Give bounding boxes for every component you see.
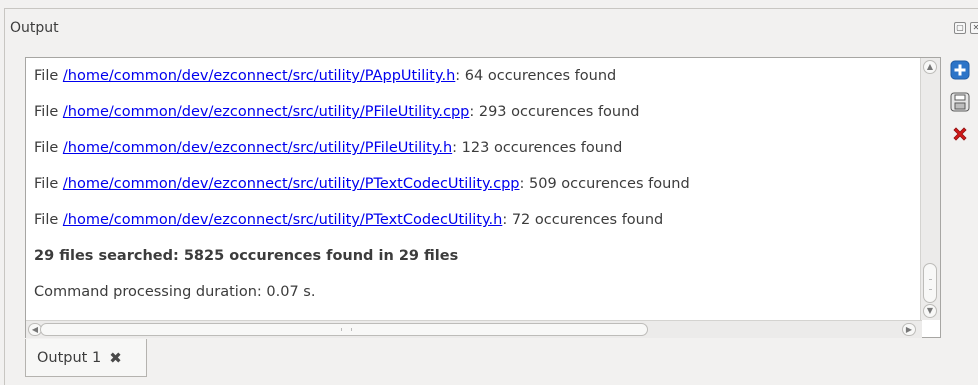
file-link[interactable]: /home/common/dev/ezconnect/src/utility/P… xyxy=(63,104,469,120)
output-content: File /home/common/dev/ezconnect/src/util… xyxy=(34,58,918,320)
horizontal-scroll-thumb[interactable] xyxy=(40,323,648,336)
line-prefix: File xyxy=(34,68,63,84)
save-icon[interactable] xyxy=(950,92,970,112)
file-link[interactable]: /home/common/dev/ezconnect/src/utility/P… xyxy=(63,176,520,192)
add-icon[interactable] xyxy=(950,60,970,80)
scroll-up-icon[interactable]: ▲ xyxy=(923,60,937,74)
tab-label: Output 1 xyxy=(37,349,102,366)
file-link[interactable]: /home/common/dev/ezconnect/src/utility/P… xyxy=(63,68,455,84)
list-item: File /home/common/dev/ezconnect/src/util… xyxy=(34,94,918,130)
line-prefix: File xyxy=(34,212,63,228)
float-icon[interactable]: ▢ xyxy=(954,22,966,34)
line-suffix: : 72 occurences found xyxy=(502,212,664,228)
close-icon[interactable]: ✕ xyxy=(970,22,978,34)
tab-output-1[interactable]: Output 1 ✖ xyxy=(25,339,147,377)
line-prefix: File xyxy=(34,104,63,120)
line-prefix: File xyxy=(34,140,63,156)
line-suffix: : 293 occurences found xyxy=(469,104,640,120)
vertical-scroll-thumb[interactable] xyxy=(923,263,937,303)
tab-close-icon[interactable]: ✖ xyxy=(109,349,122,367)
delete-icon[interactable] xyxy=(950,124,970,144)
output-view[interactable]: File /home/common/dev/ezconnect/src/util… xyxy=(25,57,941,338)
list-item: File /home/common/dev/ezconnect/src/util… xyxy=(34,202,918,238)
panel-title: Output xyxy=(10,20,59,36)
duration-line: Command processing duration: 0.07 s. xyxy=(34,284,316,300)
line-prefix: File xyxy=(34,176,63,192)
output-toolbar xyxy=(950,60,970,144)
list-item: File /home/common/dev/ezconnect/src/util… xyxy=(34,130,918,166)
scroll-right-icon[interactable]: ▶ xyxy=(902,323,916,336)
vertical-scrollbar[interactable]: ▲ ▼ xyxy=(920,58,940,320)
horizontal-scrollbar[interactable]: ◀ ▶ xyxy=(26,320,922,338)
file-link[interactable]: /home/common/dev/ezconnect/src/utility/P… xyxy=(63,140,452,156)
line-suffix: : 123 occurences found xyxy=(452,140,623,156)
summary-line: 29 files searched: 5825 occurences found… xyxy=(34,248,459,264)
file-link[interactable]: /home/common/dev/ezconnect/src/utility/P… xyxy=(63,212,502,228)
scroll-down-icon[interactable]: ▼ xyxy=(923,304,937,318)
line-suffix: : 509 occurences found xyxy=(519,176,690,192)
title-actions: ▢ ✕ xyxy=(954,22,978,34)
list-item: File /home/common/dev/ezconnect/src/util… xyxy=(34,166,918,202)
line-suffix: : 64 occurences found xyxy=(455,68,617,84)
list-item: File /home/common/dev/ezconnect/src/util… xyxy=(34,58,918,94)
